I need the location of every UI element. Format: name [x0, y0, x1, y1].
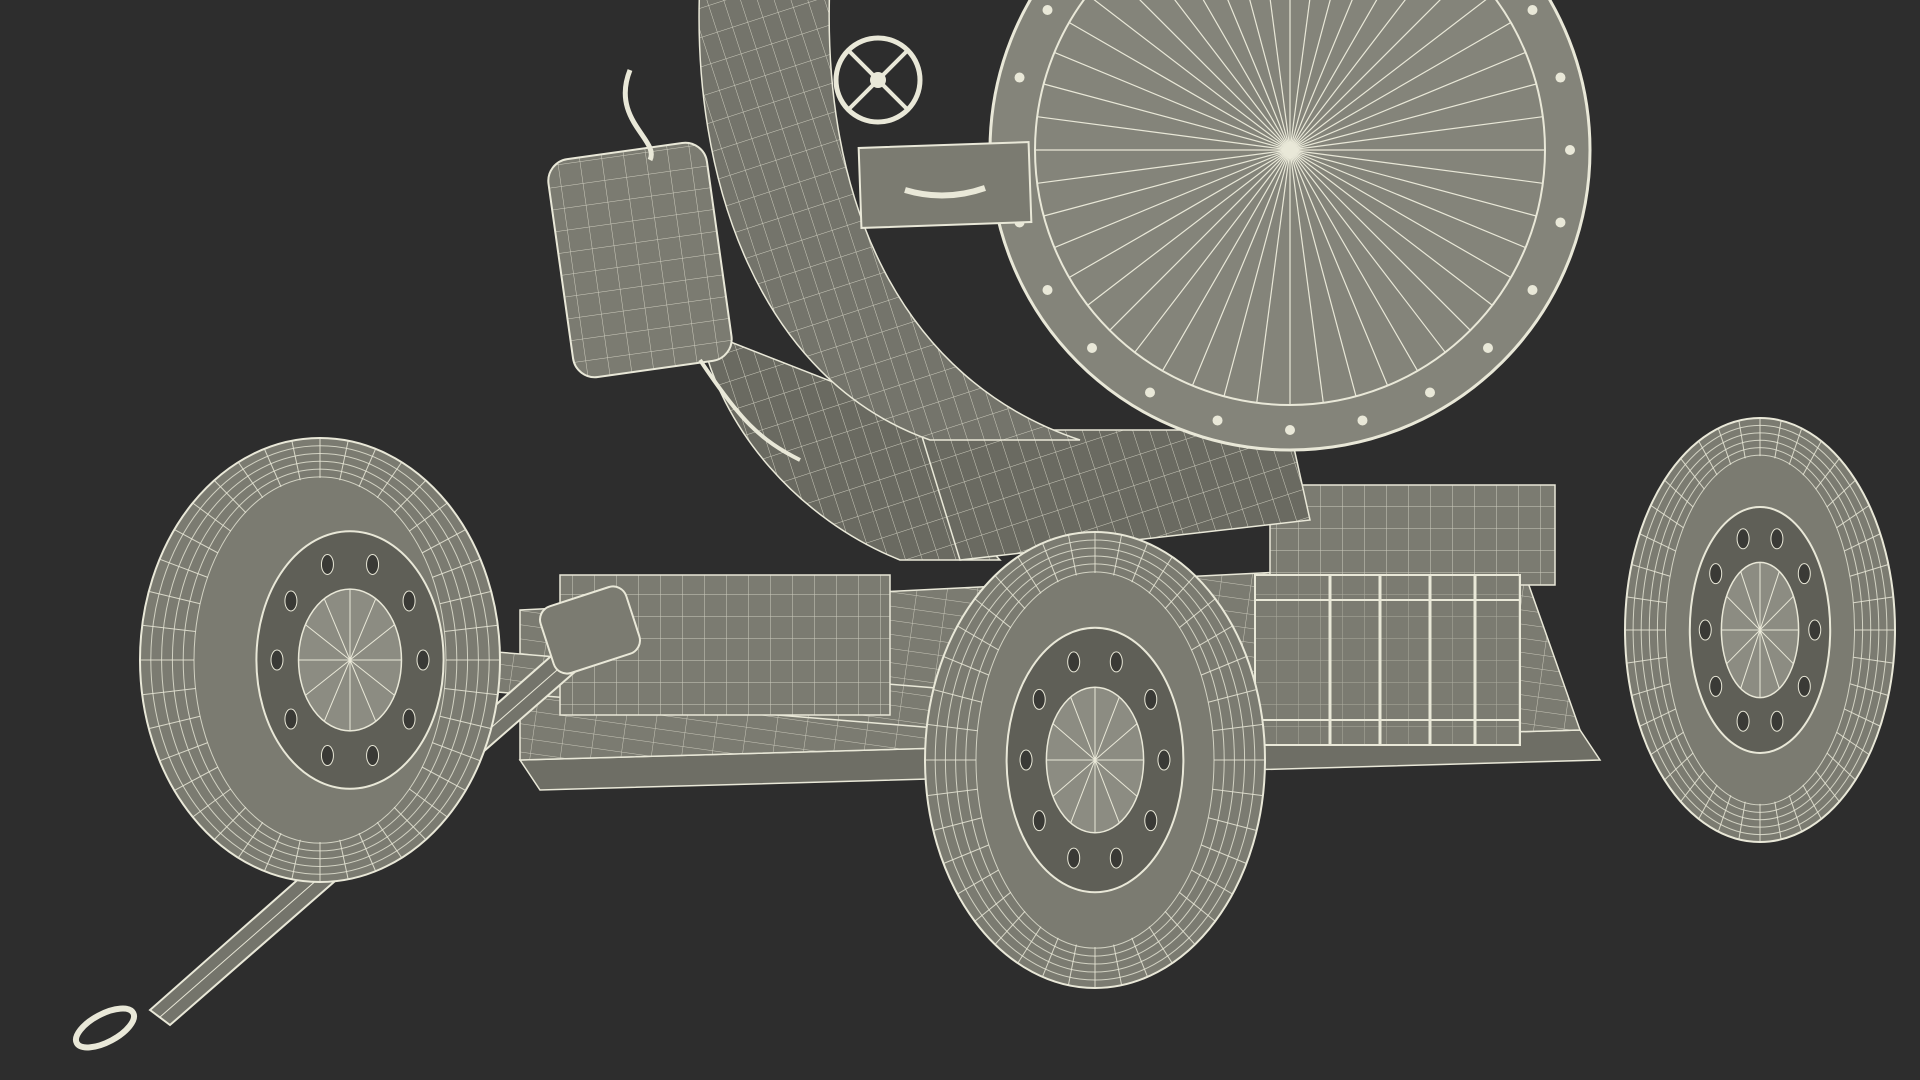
rim-hole	[320, 553, 334, 575]
lens-rivet	[1527, 5, 1538, 15]
rim-hole	[1808, 619, 1822, 641]
lens-rivet	[1087, 342, 1098, 353]
rim-hole	[1698, 619, 1712, 641]
rim-hole	[284, 590, 298, 612]
lens-rivet	[1042, 5, 1053, 15]
lens-rivet	[1555, 72, 1566, 83]
rim-hole	[402, 708, 416, 730]
lens-rivet	[1425, 387, 1435, 398]
rim-hole	[416, 649, 430, 671]
rim-hole	[1144, 688, 1158, 710]
rim-hole	[1736, 528, 1750, 550]
rim-hole	[1157, 749, 1171, 771]
rim-hole	[1032, 810, 1046, 832]
lens-rivet	[1565, 145, 1575, 155]
rim-hole	[1067, 651, 1081, 673]
rim-hole	[1019, 749, 1033, 771]
rim-hole	[366, 745, 380, 767]
rim-hole	[1144, 810, 1158, 832]
rim-hole	[1067, 847, 1081, 869]
lens-rivet	[1145, 387, 1155, 398]
rim-hole	[1770, 528, 1784, 550]
lens-rivet	[1357, 415, 1368, 426]
lens-rivet	[1042, 285, 1053, 295]
rim-hole	[1109, 847, 1123, 869]
rear-equipment-box-mesh	[1270, 485, 1555, 585]
lens-rivet	[1014, 72, 1025, 83]
access-panel	[857, 141, 1033, 229]
rim-hole	[1109, 651, 1123, 673]
lens-rivet	[1212, 415, 1223, 426]
rim-hole	[1709, 675, 1723, 697]
lens-rivet	[1527, 285, 1538, 295]
rim-hole	[284, 708, 298, 730]
rim-hole	[366, 553, 380, 575]
rim-hole	[1770, 710, 1784, 732]
rim-hole	[1797, 675, 1811, 697]
lens-rivet	[1285, 425, 1295, 435]
supply-crate	[1254, 574, 1521, 746]
rim-hole	[1032, 688, 1046, 710]
lens-rivet	[1555, 217, 1566, 228]
lens-rivet	[1482, 342, 1493, 353]
rim-hole	[320, 745, 334, 767]
rim-hole	[1709, 563, 1723, 585]
wheel-3	[1624, 417, 1896, 843]
rim-hole	[402, 590, 416, 612]
rim-hole	[1797, 563, 1811, 585]
wheel-2	[924, 531, 1266, 989]
wireframe-render-viewport	[0, 0, 1920, 1080]
rim-hole	[1736, 710, 1750, 732]
wheel-1	[139, 437, 501, 883]
rim-hole	[270, 649, 284, 671]
